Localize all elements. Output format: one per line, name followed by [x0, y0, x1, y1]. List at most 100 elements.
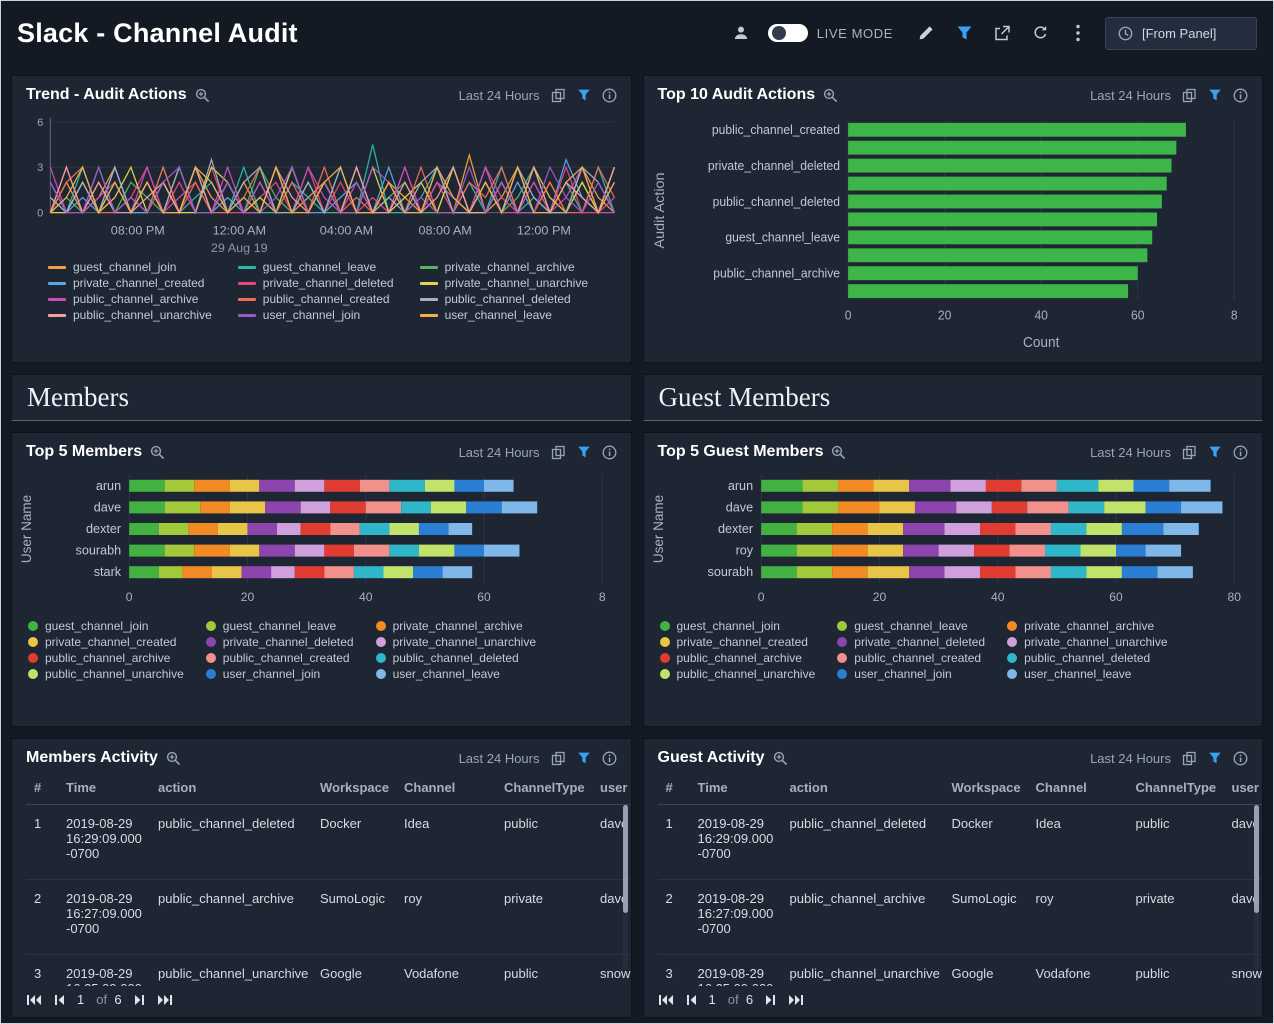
column-header[interactable]: Workspace — [944, 771, 1028, 805]
panel-filter-icon[interactable] — [1208, 751, 1222, 765]
top10-bar-chart[interactable]: 02040608public_channel_createdprivate_ch… — [644, 108, 1263, 362]
panel-filter-icon[interactable] — [1208, 445, 1222, 459]
zoom-icon[interactable] — [150, 445, 165, 460]
info-icon[interactable] — [1233, 751, 1248, 766]
info-icon[interactable] — [602, 88, 617, 103]
column-header[interactable]: user — [1224, 771, 1263, 805]
legend-item[interactable]: guest_channel_join — [48, 260, 212, 274]
legend-item[interactable]: user_channel_join — [837, 667, 985, 681]
legend-item[interactable]: public_channel_deleted — [420, 292, 588, 306]
zoom-icon[interactable] — [166, 751, 181, 766]
zoom-icon[interactable] — [195, 88, 210, 103]
user-icon[interactable] — [730, 22, 752, 44]
legend-item[interactable]: private_channel_created — [28, 635, 184, 649]
zoom-icon[interactable] — [831, 445, 846, 460]
legend-item[interactable]: public_channel_archive — [48, 292, 212, 306]
legend-item[interactable]: guest_channel_join — [28, 619, 184, 633]
kebab-menu-icon[interactable] — [1067, 22, 1089, 44]
top-bar-controls: LIVE MODE [From Panel] — [730, 17, 1257, 50]
copy-icon[interactable] — [1182, 88, 1197, 103]
column-header[interactable]: Time — [58, 771, 150, 805]
next-page-button[interactable] — [765, 994, 776, 1006]
legend-item[interactable]: private_channel_deleted — [206, 635, 354, 649]
last-page-button[interactable] — [157, 994, 173, 1006]
info-icon[interactable] — [602, 751, 617, 766]
column-header[interactable]: action — [150, 771, 312, 805]
top5-guests-stacked-chart[interactable]: 020406080arundavedexterroysourabhUser Na… — [644, 465, 1263, 617]
column-header[interactable]: Workspace — [312, 771, 396, 805]
column-header[interactable]: ChannelType — [1128, 771, 1224, 805]
column-header[interactable]: action — [782, 771, 944, 805]
legend-item[interactable]: public_channel_deleted — [1007, 651, 1167, 665]
legend-item[interactable]: user_channel_leave — [420, 308, 588, 322]
column-header[interactable]: # — [658, 771, 690, 805]
legend-item[interactable]: public_channel_deleted — [376, 651, 536, 665]
column-header[interactable]: Time — [690, 771, 782, 805]
copy-icon[interactable] — [1182, 751, 1197, 766]
share-export-icon[interactable] — [991, 22, 1013, 44]
table-scrollbar[interactable] — [1254, 805, 1259, 970]
live-mode-toggle[interactable] — [768, 24, 808, 42]
scrollbar-thumb[interactable] — [1254, 805, 1259, 913]
legend-item[interactable]: private_channel_created — [48, 276, 212, 290]
legend-item[interactable]: public_channel_created — [238, 292, 394, 306]
refresh-icon[interactable] — [1029, 22, 1051, 44]
last-page-button[interactable] — [788, 994, 804, 1006]
zoom-icon[interactable] — [823, 88, 838, 103]
legend-item[interactable]: public_channel_created — [837, 651, 985, 665]
legend-item[interactable]: guest_channel_leave — [206, 619, 354, 633]
first-page-button[interactable] — [26, 994, 42, 1006]
time-range-selector[interactable]: [From Panel] — [1105, 17, 1257, 50]
top5-members-stacked-chart[interactable]: 02040608arundavedextersourabhstarkUser N… — [12, 465, 631, 617]
copy-icon[interactable] — [551, 88, 566, 103]
legend-item[interactable]: user_channel_join — [206, 667, 354, 681]
column-header[interactable]: ChannelType — [496, 771, 592, 805]
panel-filter-icon[interactable] — [577, 445, 591, 459]
panel-filter-icon[interactable] — [577, 751, 591, 765]
legend-item[interactable]: private_channel_archive — [376, 619, 536, 633]
info-icon[interactable] — [1233, 88, 1248, 103]
legend-item[interactable]: private_channel_unarchive — [376, 635, 536, 649]
legend-item[interactable]: private_channel_unarchive — [420, 276, 588, 290]
legend-item[interactable]: private_channel_created — [660, 635, 816, 649]
legend-item[interactable]: private_channel_archive — [1007, 619, 1167, 633]
panel-filter-icon[interactable] — [577, 88, 591, 102]
legend-item[interactable]: private_channel_archive — [420, 260, 588, 274]
trend-line-chart[interactable]: 03608:00 PM12:00 AM29 Aug 1904:00 AM08:0… — [12, 108, 631, 258]
scrollbar-thumb[interactable] — [623, 805, 628, 913]
legend-item[interactable]: public_channel_unarchive — [660, 667, 816, 681]
legend-item[interactable]: private_channel_deleted — [837, 635, 985, 649]
legend-item[interactable]: user_channel_leave — [376, 667, 536, 681]
legend-item[interactable]: guest_channel_leave — [238, 260, 394, 274]
current-page: 1 — [709, 992, 716, 1007]
info-icon[interactable] — [602, 445, 617, 460]
next-page-button[interactable] — [134, 994, 145, 1006]
filter-funnel-icon[interactable] — [953, 22, 975, 44]
copy-icon[interactable] — [551, 445, 566, 460]
column-header[interactable]: user — [592, 771, 631, 805]
copy-icon[interactable] — [1182, 445, 1197, 460]
info-icon[interactable] — [1233, 445, 1248, 460]
legend-item[interactable]: private_channel_unarchive — [1007, 635, 1167, 649]
legend-item[interactable]: user_channel_join — [238, 308, 394, 322]
column-header[interactable]: Channel — [1028, 771, 1128, 805]
legend-item[interactable]: public_channel_created — [206, 651, 354, 665]
legend-item[interactable]: guest_channel_join — [660, 619, 816, 633]
legend-item[interactable]: private_channel_deleted — [238, 276, 394, 290]
zoom-icon[interactable] — [773, 751, 788, 766]
column-header[interactable]: # — [26, 771, 58, 805]
legend-item[interactable]: public_channel_unarchive — [28, 667, 184, 681]
legend-item[interactable]: public_channel_unarchive — [48, 308, 212, 322]
legend-item[interactable]: guest_channel_leave — [837, 619, 985, 633]
legend-item[interactable]: user_channel_leave — [1007, 667, 1167, 681]
legend-item[interactable]: public_channel_archive — [28, 651, 184, 665]
table-scrollbar[interactable] — [623, 805, 628, 970]
prev-page-button[interactable] — [686, 994, 697, 1006]
column-header[interactable]: Channel — [396, 771, 496, 805]
copy-icon[interactable] — [551, 751, 566, 766]
first-page-button[interactable] — [658, 994, 674, 1006]
prev-page-button[interactable] — [54, 994, 65, 1006]
edit-pencil-icon[interactable] — [915, 22, 937, 44]
panel-filter-icon[interactable] — [1208, 88, 1222, 102]
legend-item[interactable]: public_channel_archive — [660, 651, 816, 665]
